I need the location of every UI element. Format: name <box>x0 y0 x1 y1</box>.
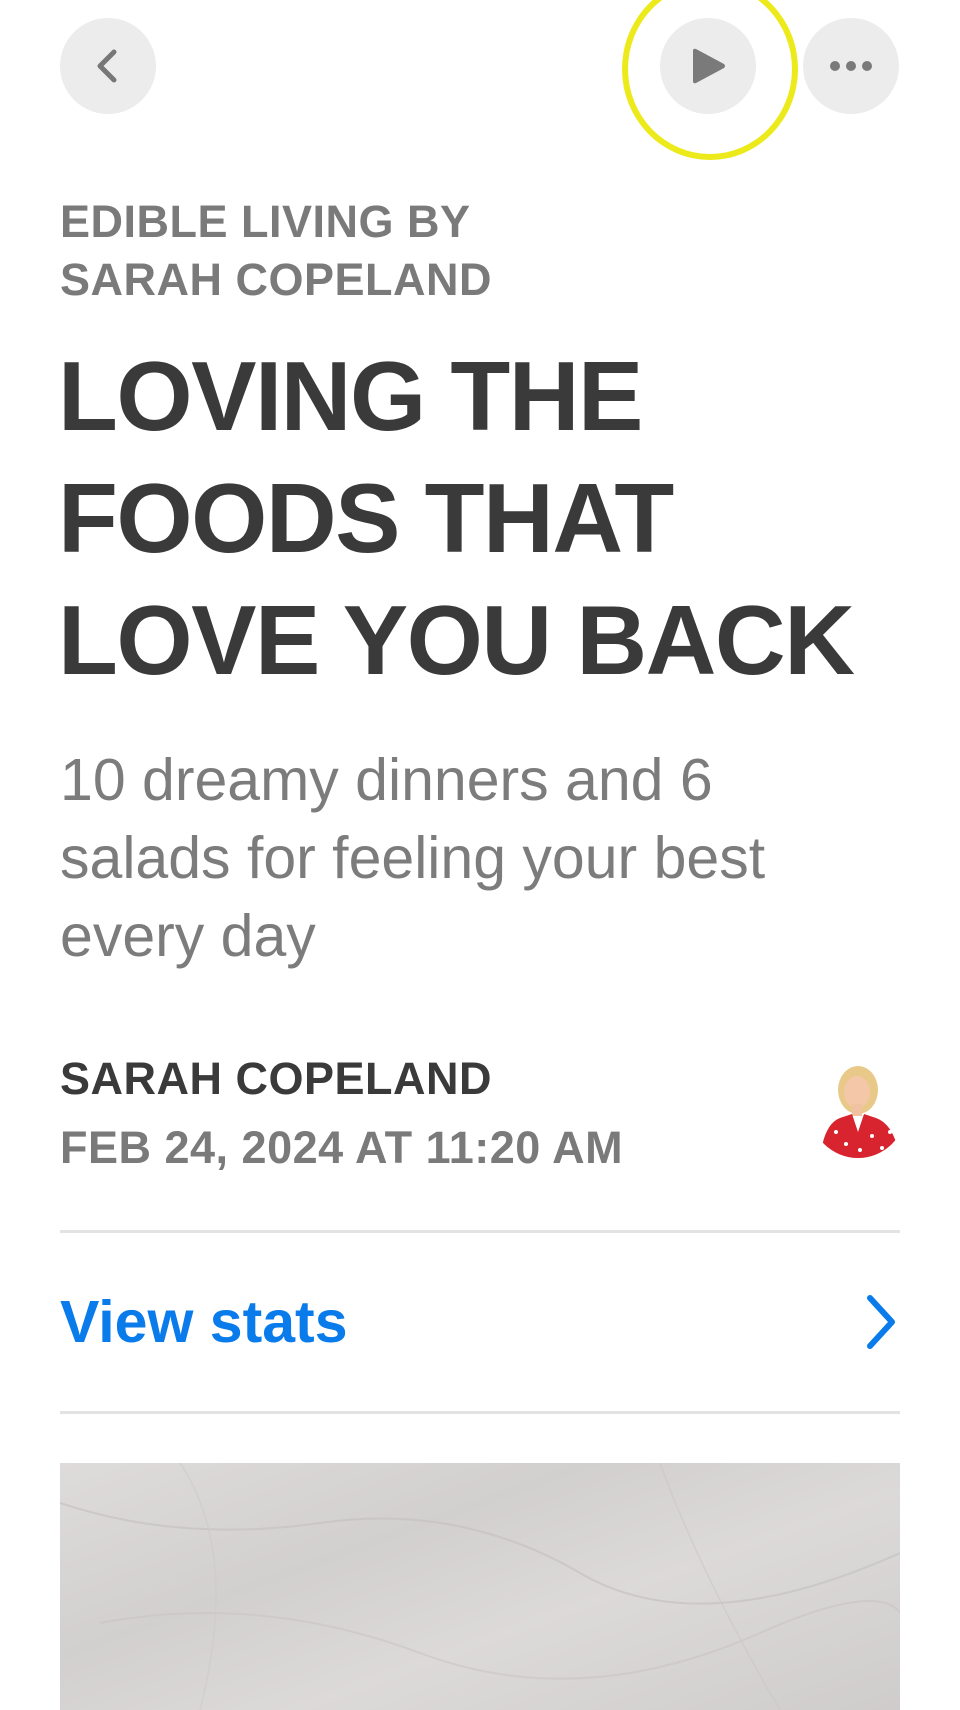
chevron-left-icon <box>97 49 117 83</box>
divider <box>60 1411 900 1414</box>
back-button[interactable] <box>60 18 156 114</box>
publish-date: FEB 24, 2024 AT 11:20 AM <box>60 1122 624 1173</box>
author-avatar <box>810 1062 906 1158</box>
view-stats-row[interactable]: View stats <box>60 1262 900 1382</box>
play-button[interactable] <box>660 18 756 114</box>
divider <box>60 1230 900 1233</box>
chevron-right-icon <box>867 1295 895 1349</box>
article-subtitle: 10 dreamy dinners and 6 salads for feeli… <box>60 747 766 969</box>
view-stats-label: View stats <box>60 1289 348 1355</box>
play-icon <box>693 48 725 84</box>
author-name: SARAH COPELAND <box>60 1053 493 1104</box>
article-hero-image <box>60 1463 900 1710</box>
more-options-button[interactable] <box>803 18 899 114</box>
article-headline: LOVING THE FOODS THAT LOVE YOU BACK <box>58 341 855 695</box>
ellipsis-icon <box>830 61 872 71</box>
publication-name: EDIBLE LIVING BY SARAH COPELAND <box>60 196 493 305</box>
